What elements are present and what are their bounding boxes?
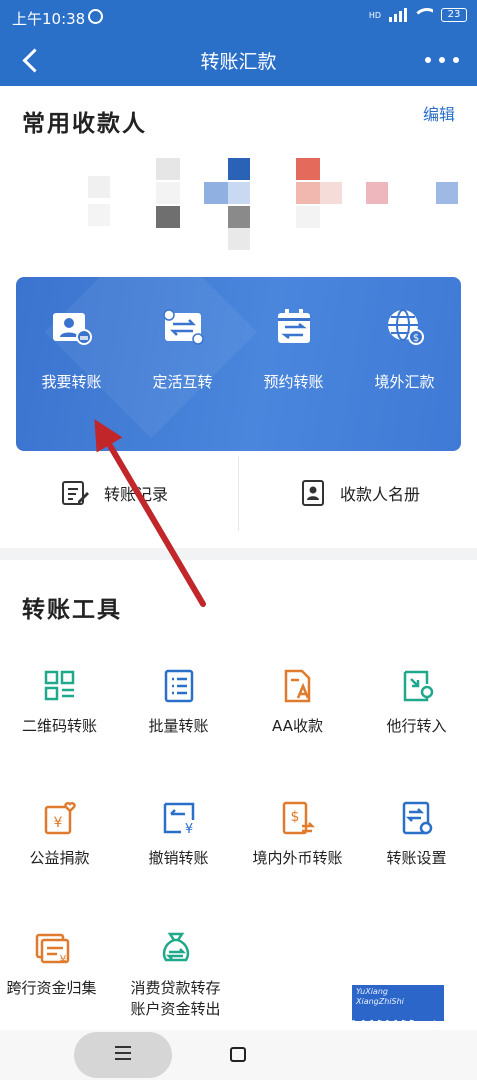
menu-icon[interactable] — [115, 1046, 131, 1060]
annotation-arrow — [94, 419, 206, 607]
home-icon[interactable] — [230, 1047, 246, 1062]
system-nav-bar — [0, 1030, 477, 1080]
